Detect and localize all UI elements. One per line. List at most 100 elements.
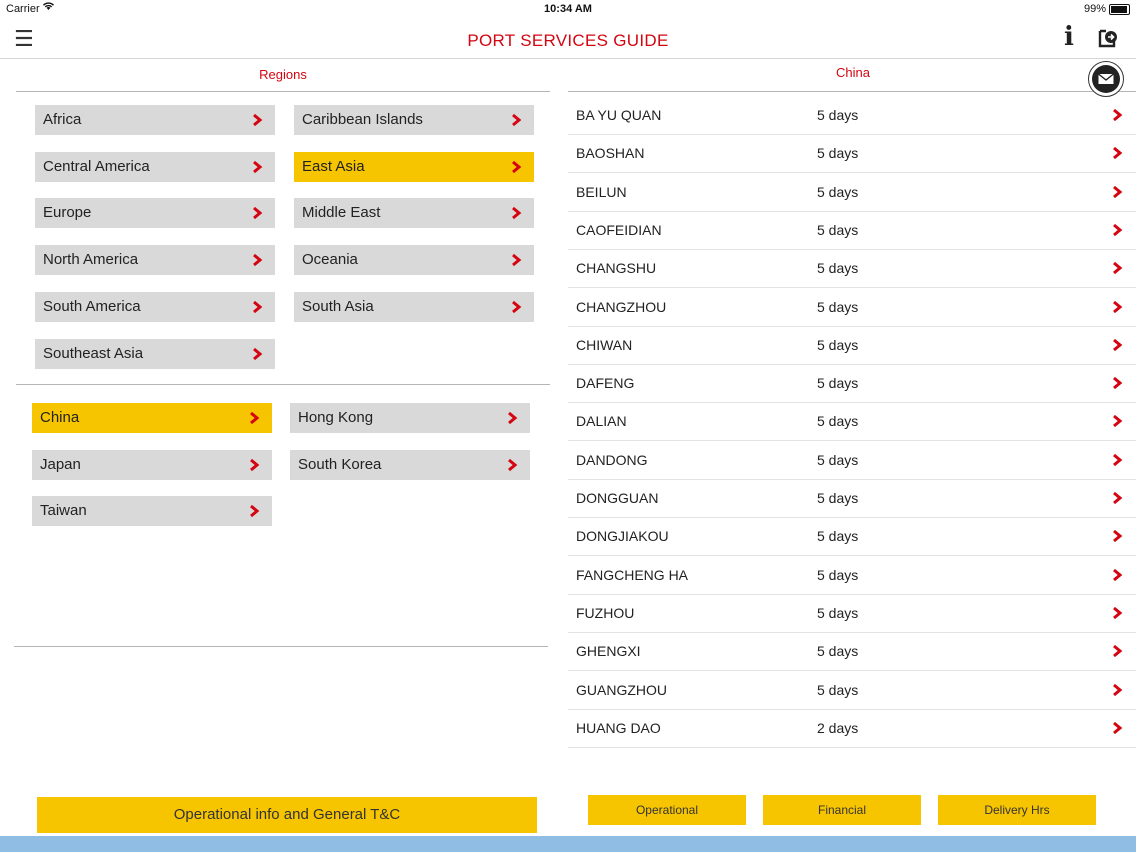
left-bottom-divider bbox=[14, 646, 548, 647]
port-days: 5 days bbox=[817, 451, 859, 468]
port-days: 5 days bbox=[817, 145, 859, 162]
region-button-southeast-asia[interactable]: Southeast Asia bbox=[35, 338, 275, 369]
chevron-right-icon bbox=[512, 160, 522, 173]
chevron-right-icon bbox=[1113, 300, 1123, 313]
envelope-icon bbox=[1092, 65, 1120, 93]
country-button-japan[interactable]: Japan bbox=[32, 449, 272, 480]
region-button-south-asia[interactable]: South Asia bbox=[294, 291, 534, 322]
port-row[interactable]: CAOFEIDIAN 5 days bbox=[568, 211, 1136, 250]
share-icon[interactable] bbox=[1097, 26, 1119, 48]
port-days: 5 days bbox=[817, 490, 859, 506]
port-row[interactable]: FANGCHENG HA 5 days bbox=[568, 556, 1136, 595]
chevron-right-icon bbox=[1113, 376, 1123, 390]
port-days: 5 days bbox=[817, 413, 859, 430]
chevron-right-icon bbox=[253, 113, 263, 127]
chevron-right-icon bbox=[253, 160, 263, 173]
region-button-label: Southeast Asia bbox=[43, 344, 144, 362]
port-days: 5 days bbox=[817, 298, 859, 315]
page-title: PORT SERVICES GUIDE bbox=[467, 31, 669, 50]
port-name: BEILUN bbox=[576, 183, 627, 200]
port-row[interactable]: GHENGXI 5 days bbox=[568, 632, 1136, 672]
port-row[interactable]: DAFENG 5 days bbox=[568, 364, 1136, 404]
chevron-right-icon bbox=[1113, 453, 1123, 466]
port-row[interactable]: BAOSHAN 5 days bbox=[568, 134, 1136, 174]
region-button-label: Europe bbox=[43, 204, 92, 222]
port-row[interactable]: DONGJIAKOU 5 days bbox=[568, 517, 1136, 557]
port-days: 5 days bbox=[817, 336, 859, 353]
port-name: GUANGZHOU bbox=[576, 681, 667, 698]
region-button-east-asia[interactable]: East Asia bbox=[294, 151, 534, 182]
bottom-bar bbox=[0, 836, 1136, 852]
port-name: DONGGUAN bbox=[576, 490, 659, 506]
battery-percent: 99% bbox=[1083, 3, 1106, 15]
mail-button[interactable] bbox=[1088, 61, 1124, 97]
country-button-label: Hong Kong bbox=[298, 409, 374, 426]
region-button-europe[interactable]: Europe bbox=[35, 198, 275, 229]
tab-operational[interactable]: Operational bbox=[588, 795, 746, 825]
chevron-right-icon bbox=[508, 411, 518, 425]
port-name: CHIWAN bbox=[576, 336, 633, 353]
chevron-right-icon bbox=[512, 207, 522, 220]
chevron-right-icon bbox=[1113, 338, 1123, 351]
port-name: HUANG DAO bbox=[576, 719, 661, 736]
port-row[interactable]: BA YU QUAN 5 days bbox=[568, 96, 1136, 135]
port-row[interactable]: HUANG DAO 2 days bbox=[568, 709, 1136, 748]
port-row[interactable]: DANDONG 5 days bbox=[568, 441, 1136, 480]
region-button-caribbean-islands[interactable]: Caribbean Islands bbox=[294, 105, 534, 135]
port-days: 5 days bbox=[817, 604, 859, 621]
chevron-right-icon bbox=[512, 253, 522, 267]
port-row[interactable]: DONGGUAN 5 days bbox=[568, 479, 1136, 518]
port-row[interactable]: FUZHOU 5 days bbox=[568, 594, 1136, 633]
chevron-right-icon bbox=[1113, 185, 1123, 198]
country-button-south-korea[interactable]: South Korea bbox=[290, 449, 530, 480]
region-button-label: East Asia bbox=[302, 157, 365, 175]
port-days: 5 days bbox=[817, 107, 859, 123]
port-days: 5 days bbox=[817, 566, 859, 583]
regions-title: Regions bbox=[259, 67, 307, 82]
chevron-right-icon bbox=[1113, 415, 1123, 428]
port-row[interactable]: DALIAN 5 days bbox=[568, 402, 1136, 442]
info-icon[interactable]: i bbox=[1064, 22, 1074, 52]
chevron-right-icon bbox=[253, 300, 263, 313]
chevron-right-icon bbox=[253, 253, 263, 267]
port-name: BA YU QUAN bbox=[576, 107, 662, 123]
country-button-china[interactable]: China bbox=[32, 403, 272, 433]
clock: 10:34 AM bbox=[544, 3, 592, 15]
port-row[interactable]: CHANGZHOU 5 days bbox=[568, 288, 1136, 327]
region-button-south-america[interactable]: South America bbox=[35, 291, 275, 322]
region-button-central-america[interactable]: Central America bbox=[35, 151, 275, 182]
port-name: DALIAN bbox=[576, 413, 627, 430]
nav-bar: ☰ PORT SERVICES GUIDE i bbox=[0, 18, 1136, 59]
region-button-label: North America bbox=[43, 251, 139, 269]
region-button-africa[interactable]: Africa bbox=[35, 105, 275, 135]
battery-icon bbox=[1109, 4, 1130, 15]
port-days: 5 days bbox=[817, 183, 859, 200]
tab-financial[interactable]: Financial bbox=[763, 795, 921, 825]
country-button-hong-kong[interactable]: Hong Kong bbox=[290, 403, 530, 433]
tab-delivery-hrs[interactable]: Delivery Hrs bbox=[938, 795, 1096, 825]
region-button-label: Caribbean Islands bbox=[302, 111, 423, 128]
chevron-right-icon bbox=[512, 113, 522, 127]
port-row[interactable]: BEILUN 5 days bbox=[568, 173, 1136, 212]
port-days: 2 days bbox=[817, 719, 859, 736]
region-button-oceania[interactable]: Oceania bbox=[294, 245, 534, 276]
country-button-taiwan[interactable]: Taiwan bbox=[32, 496, 272, 527]
port-row[interactable]: GUANGZHOU 5 days bbox=[568, 671, 1136, 710]
operational-info-button[interactable]: Operational info and General T&C bbox=[37, 797, 537, 833]
chevron-right-icon bbox=[1113, 721, 1123, 734]
port-name: GHENGXI bbox=[576, 643, 641, 660]
region-button-label: Africa bbox=[43, 111, 82, 128]
chevron-right-icon bbox=[1113, 645, 1123, 658]
country-button-label: Taiwan bbox=[40, 502, 87, 520]
port-row[interactable]: CHIWAN 5 days bbox=[568, 326, 1136, 365]
port-name: DAFENG bbox=[576, 375, 635, 392]
port-name: CHANGSHU bbox=[576, 260, 657, 277]
port-name: FANGCHENG HA bbox=[576, 566, 689, 583]
region-button-label: Central America bbox=[43, 157, 150, 175]
chevron-right-icon bbox=[1113, 108, 1123, 122]
ports-divider bbox=[568, 91, 1136, 92]
region-button-middle-east[interactable]: Middle East bbox=[294, 198, 534, 229]
port-row[interactable]: CHANGSHU 5 days bbox=[568, 249, 1136, 289]
region-button-north-america[interactable]: North America bbox=[35, 245, 275, 276]
port-name: DANDONG bbox=[576, 451, 648, 468]
